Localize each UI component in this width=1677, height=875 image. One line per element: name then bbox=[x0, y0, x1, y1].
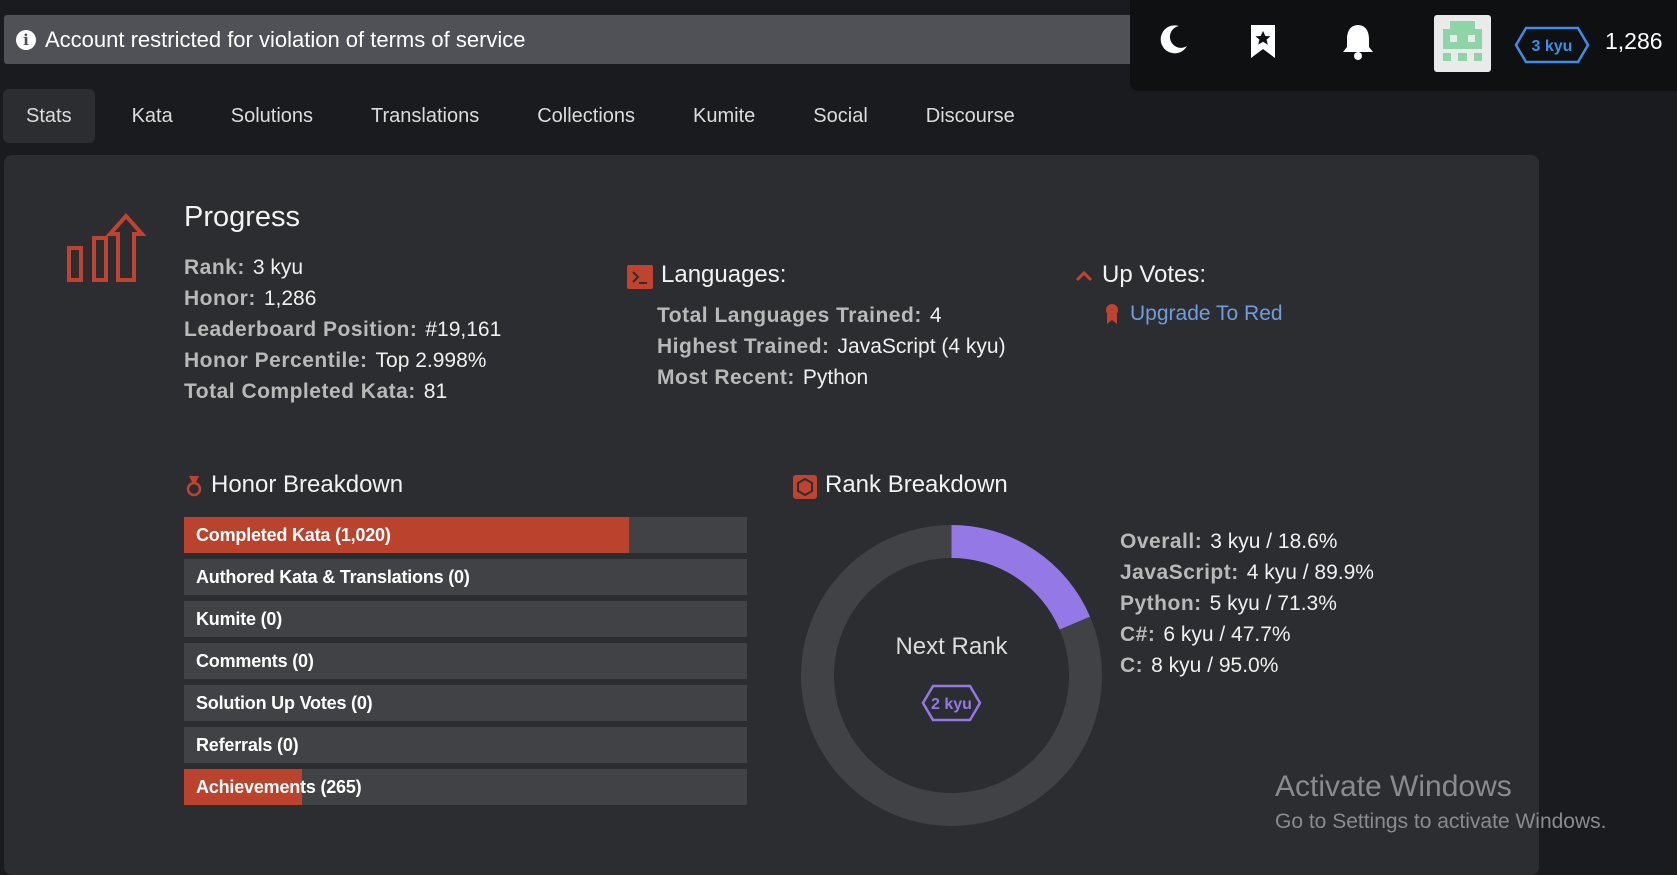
medal-icon bbox=[186, 475, 202, 502]
rank-hexagon-icon bbox=[793, 475, 817, 499]
stat-languages-total: Total Languages Trained: 4 bbox=[657, 304, 942, 327]
restriction-banner: i Account restricted for violation of te… bbox=[4, 15, 1144, 64]
stat-percentile: Honor Percentile: Top 2.998% bbox=[184, 349, 487, 372]
progress-title: Progress bbox=[184, 201, 301, 233]
honor-bar-referrals: Referrals (0) bbox=[184, 727, 747, 763]
top-bar bbox=[1130, 0, 1677, 91]
terminal-icon bbox=[627, 265, 653, 289]
chevron-up-icon bbox=[1075, 269, 1093, 288]
rank-overall: Overall: 3 kyu / 18.6% bbox=[1120, 530, 1338, 553]
honor-bar-authored: Authored Kata & Translations (0) bbox=[184, 559, 747, 595]
rank-breakdown-title: Rank Breakdown bbox=[825, 471, 1008, 498]
honor-bar-upvotes: Solution Up Votes (0) bbox=[184, 685, 747, 721]
rank-breakdown-list: Overall: 3 kyu / 18.6% JavaScript: 4 kyu /… bbox=[1120, 526, 1374, 681]
next-rank-value: 2 kyu bbox=[931, 696, 972, 713]
donut-progress-arc bbox=[951, 525, 1090, 630]
activate-windows-subtitle: Go to Settings to activate Windows. bbox=[1275, 810, 1607, 833]
rank-python: Python: 5 kyu / 71.3% bbox=[1120, 592, 1337, 615]
stat-rank: Rank: 3 kyu bbox=[184, 256, 304, 279]
rank-csharp: C#: 6 kyu / 47.7% bbox=[1120, 623, 1291, 646]
upgrade-to-red-link[interactable]: Upgrade To Red bbox=[1130, 302, 1283, 326]
languages-stats: Total Languages Trained: 4 Highest Traine… bbox=[657, 300, 1006, 393]
next-rank-label: Next Rank bbox=[895, 633, 1008, 660]
ribbon-icon bbox=[1104, 303, 1120, 330]
tab-solutions[interactable]: Solutions bbox=[209, 89, 342, 143]
honor-bar-achievements: Achievements (265) bbox=[184, 769, 747, 805]
honor-breakdown-title: Honor Breakdown bbox=[211, 471, 404, 498]
profile-tabs: Stats Kata Solutions Translations Collec… bbox=[3, 89, 1044, 143]
stat-honor: Honor: 1,286 bbox=[184, 287, 317, 310]
tab-kata[interactable]: Kata bbox=[95, 89, 209, 143]
honor-bar-completed-kata: Completed Kata (1,020) bbox=[184, 517, 747, 553]
tab-discourse[interactable]: Discourse bbox=[897, 89, 1044, 143]
upvotes-title: Up Votes: bbox=[1102, 261, 1207, 288]
tab-stats[interactable]: Stats bbox=[3, 89, 95, 143]
progress-stats: Rank: 3 kyu Honor: 1,286 Leaderboard Posit… bbox=[184, 252, 501, 407]
banner-text: Account restricted for violation of term… bbox=[45, 26, 526, 52]
tab-kumite[interactable]: Kumite bbox=[664, 89, 784, 143]
honor-bar-kumite: Kumite (0) bbox=[184, 601, 747, 637]
user-avatar[interactable] bbox=[1434, 15, 1491, 72]
rank-javascript: JavaScript: 4 kyu / 89.9% bbox=[1120, 561, 1374, 584]
notifications-bell-icon[interactable] bbox=[1340, 22, 1382, 68]
info-icon: i bbox=[16, 29, 36, 50]
tab-collections[interactable]: Collections bbox=[508, 89, 664, 143]
stat-highest-trained: Highest Trained: JavaScript (4 kyu) bbox=[657, 335, 1006, 358]
stat-most-recent: Most Recent: Python bbox=[657, 366, 869, 389]
dark-mode-icon[interactable] bbox=[1157, 22, 1197, 62]
progress-chart-icon bbox=[66, 212, 147, 289]
stat-completed-kata: Total Completed Kata: 81 bbox=[184, 380, 448, 403]
honor-count: 1,286 bbox=[1605, 28, 1663, 54]
rank-progress-donut: Next Rank 2 kyu bbox=[800, 524, 1103, 832]
languages-title: Languages: bbox=[661, 261, 787, 288]
bookmark-icon[interactable] bbox=[1248, 22, 1288, 68]
rank-c: C: 8 kyu / 95.0% bbox=[1120, 654, 1279, 677]
rank-badge[interactable]: 3 kyu bbox=[1514, 26, 1590, 69]
activate-windows-title: Activate Windows bbox=[1275, 770, 1512, 803]
rank-badge-text: 3 kyu bbox=[1532, 38, 1573, 55]
honor-bar-comments: Comments (0) bbox=[184, 643, 747, 679]
tab-translations[interactable]: Translations bbox=[342, 89, 508, 143]
stat-leaderboard: Leaderboard Position: #19,161 bbox=[184, 318, 502, 341]
tab-social[interactable]: Social bbox=[784, 89, 896, 143]
